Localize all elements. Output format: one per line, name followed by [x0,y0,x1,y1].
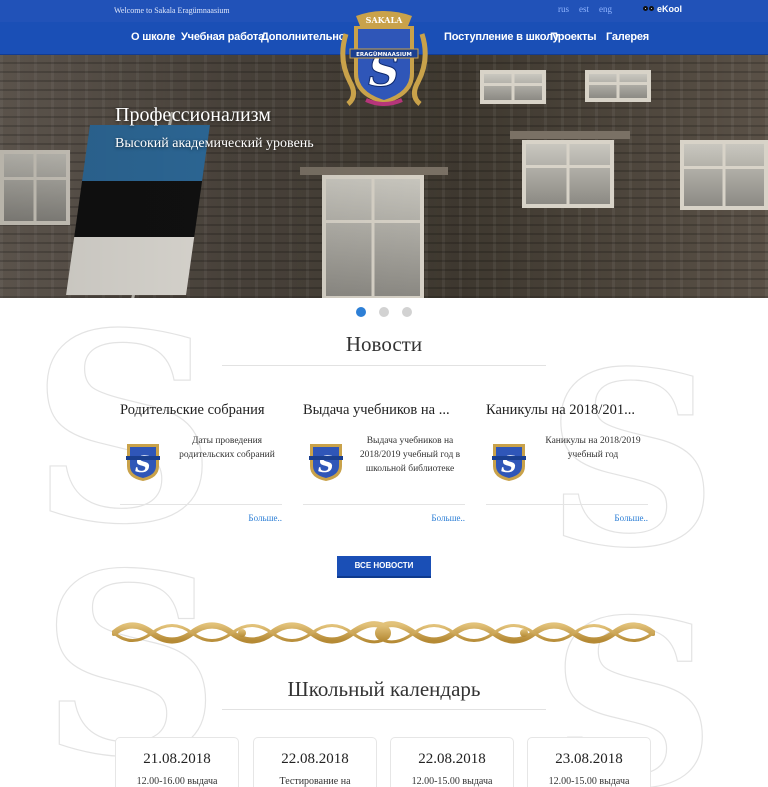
news-card-divider [120,504,282,505]
news-more-link[interactable]: Больше.. [614,513,648,523]
lang-link-rus[interactable]: rus [558,4,569,14]
nav-item-gallery[interactable]: Галерея [606,31,649,43]
nav-item-admission[interactable]: Поступление в школу [444,31,559,43]
slider-dot-1[interactable] [356,307,366,317]
crest-thumbnail-icon: S [309,444,343,481]
svg-text:SAKALA: SAKALA [366,15,403,25]
calendar-event-card[interactable]: 23.08.2018 12.00-15.00 выдача [527,737,651,787]
calendar-event-text: 12.00-15.00 выдача [548,776,630,787]
crest-thumbnail-icon: S [126,444,160,481]
nav-item-additional[interactable]: Дополнительно [261,31,345,43]
news-card: Каникулы на 2018/201... S Каникулы на 20… [486,402,648,530]
gold-ornament-divider [112,621,655,644]
calendar-event-date: 21.08.2018 [143,751,211,767]
calendar-event-text: Тестирование на [279,776,351,787]
calendar-event-text: 12.00-15.00 выдача [411,776,493,787]
calendar-event-text: 12.00-16.00 выдача [136,776,218,787]
news-more-link[interactable]: Больше.. [248,513,282,523]
news-more-link[interactable]: Больше.. [431,513,465,523]
hero-title: Профессионализм [115,104,271,126]
news-summary: Даты проведения родительских собраний [179,436,275,460]
calendar-event-date: 22.08.2018 [418,751,486,767]
lang-link-eng[interactable]: eng [599,4,612,14]
news-card: Выдача учебников на ... S Выдача учебник… [303,402,465,530]
hero-subtitle: Высокий академический уровень [115,136,314,151]
svg-text:S: S [501,452,517,478]
lang-link-est[interactable]: est [579,4,589,14]
calendar-event-date: 22.08.2018 [281,751,349,767]
news-card: Родительские собрания S Даты проведения … [120,402,282,530]
news-title[interactable]: Каникулы на 2018/201... [486,402,648,419]
calendar-event-card[interactable]: 21.08.2018 12.00-16.00 выдача [115,737,239,787]
nav-item-about[interactable]: О школе [131,31,175,43]
nav-item-projects[interactable]: Проекты [550,31,597,43]
calendar-event-card[interactable]: 22.08.2018 12.00-15.00 выдача [390,737,514,787]
news-heading: Новости [345,332,423,356]
nav-item-studies[interactable]: Учебная работа [181,31,264,43]
calendar-heading: Школьный календарь [287,677,481,701]
language-switcher: rus est eng [558,4,612,14]
calendar-heading-divider [222,709,546,710]
calendar-event-card[interactable]: 22.08.2018 Тестирование на [253,737,377,787]
svg-text:S: S [318,452,334,478]
calendar-event-date: 23.08.2018 [555,751,623,767]
crest-thumbnail-icon: S [492,444,526,481]
slider-pagination [356,307,412,317]
svg-text:ERAGÜMNAASIUM: ERAGÜMNAASIUM [356,51,412,58]
all-news-button[interactable]: ВСЕ НОВОСТИ [337,556,431,576]
news-summary: Выдача учебников на 2018/2019 учебный го… [359,436,461,474]
ekool-label: eKool [657,4,683,14]
news-card-divider [486,504,648,505]
ekool-link[interactable]: eKool [643,4,682,14]
news-title[interactable]: Выдача учебников на ... [303,402,465,419]
slider-dot-2[interactable] [379,307,389,317]
news-heading-divider [222,365,546,366]
school-crest-logo[interactable]: S ERAGÜMNAASIUM SAKALA [336,4,432,108]
news-card-divider [303,504,465,505]
news-title[interactable]: Родительские собрания [120,402,282,419]
slider-dot-3[interactable] [402,307,412,317]
owl-icon [643,5,655,14]
welcome-text: Welcome to Sakala Eragümnaasium [114,6,230,15]
news-summary: Каникулы на 2018/2019 учебный год [545,436,641,460]
svg-text:S: S [135,452,151,478]
